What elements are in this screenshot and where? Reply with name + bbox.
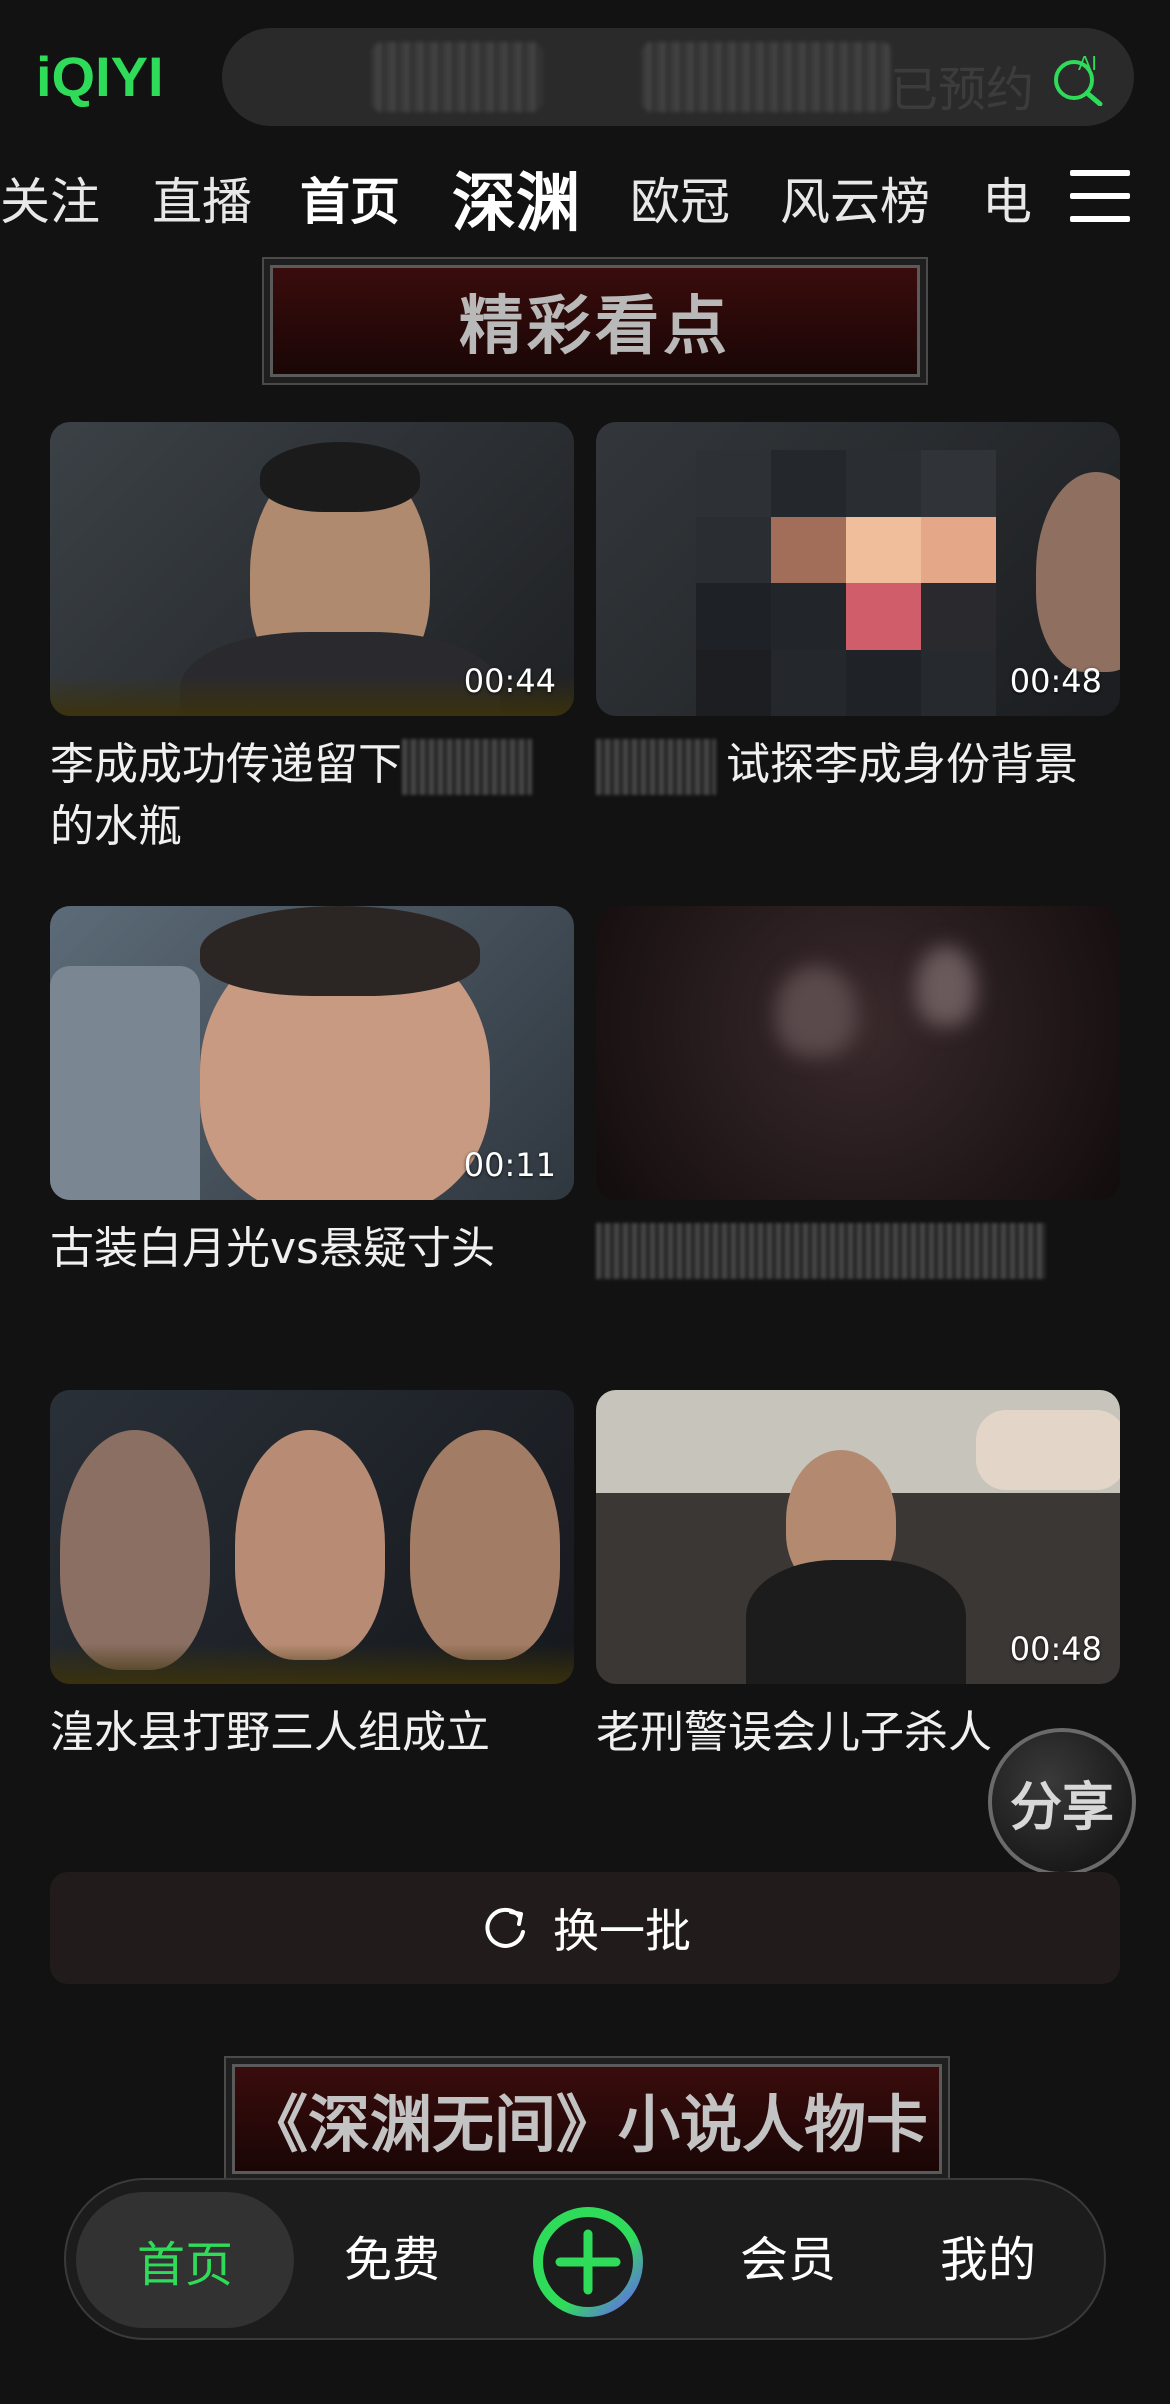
video-title[interactable]: 李成成功传递留下 的水瓶 bbox=[50, 734, 574, 858]
tab-follow[interactable]: 关注 bbox=[0, 162, 100, 234]
tab-tv[interactable]: 电 bbox=[982, 162, 1032, 234]
search-bar[interactable]: 已预约 AI bbox=[222, 28, 1134, 126]
blurred-text bbox=[402, 739, 532, 795]
video-thumbnail[interactable]: 00:11 bbox=[50, 906, 574, 1200]
video-duration: 00:48 bbox=[1009, 1630, 1102, 1668]
video-thumbnail[interactable]: 00:44 bbox=[50, 422, 574, 716]
blurred-search-text bbox=[372, 42, 542, 112]
video-thumbnail[interactable]: 00:48 bbox=[596, 422, 1120, 716]
video-title[interactable]: 湟水县打野三人组成立 bbox=[50, 1702, 574, 1764]
tab-champions-league[interactable]: 欧冠 bbox=[630, 162, 730, 234]
menu-icon[interactable] bbox=[1070, 170, 1130, 222]
search-hint: 已预约 bbox=[889, 62, 1034, 118]
video-title[interactable] bbox=[596, 1218, 1120, 1280]
section-banner: 精彩看点 bbox=[270, 265, 920, 377]
tab-live[interactable]: 直播 bbox=[152, 162, 252, 234]
blurred-text bbox=[596, 739, 716, 795]
video-duration: 00:48 bbox=[1009, 662, 1102, 700]
character-card-title: 《深渊无间》小说人物卡 bbox=[245, 2088, 928, 2161]
blurred-search-text bbox=[642, 42, 892, 112]
create-plus-icon[interactable] bbox=[532, 2206, 644, 2318]
video-duration: 00:44 bbox=[463, 662, 556, 700]
iqiyi-logo: iQIYI bbox=[36, 45, 164, 108]
video-thumbnail[interactable] bbox=[50, 1390, 574, 1684]
nav-home[interactable]: 首页 bbox=[76, 2192, 294, 2328]
svg-text:iQIYI: iQIYI bbox=[36, 45, 164, 108]
share-button[interactable]: 分享 bbox=[988, 1728, 1136, 1876]
tab-rankings[interactable]: 风云榜 bbox=[780, 162, 930, 234]
tab-abyss[interactable]: 深渊 bbox=[452, 152, 580, 244]
refresh-button[interactable]: 换一批 bbox=[50, 1872, 1120, 1984]
video-thumbnail[interactable] bbox=[596, 906, 1120, 1200]
video-card[interactable]: 湟水县打野三人组成立 bbox=[50, 1390, 574, 1764]
video-card[interactable]: 00:48 试探李成身份背景 bbox=[596, 422, 1120, 796]
ai-search-icon[interactable]: AI bbox=[1050, 50, 1106, 106]
bottom-navigation: 首页 免费 会员 我的 bbox=[64, 2178, 1106, 2340]
channel-tabs: 关注 直播 首页 深渊 欧冠 风云榜 电 bbox=[0, 150, 1170, 241]
blurred-text bbox=[596, 1223, 1046, 1279]
pixelated-face bbox=[696, 450, 996, 716]
video-title[interactable]: 试探李成身份背景 bbox=[596, 734, 1120, 796]
video-title[interactable]: 古装白月光vs悬疑寸头 bbox=[50, 1218, 574, 1280]
video-card[interactable]: 00:48 老刑警误会儿子杀人 bbox=[596, 1390, 1120, 1764]
section-title: 精彩看点 bbox=[459, 289, 731, 364]
video-card[interactable] bbox=[596, 906, 1120, 1280]
video-thumbnail[interactable]: 00:48 bbox=[596, 1390, 1120, 1684]
character-card-banner[interactable]: 《深渊无间》小说人物卡 bbox=[232, 2064, 942, 2174]
tab-home[interactable]: 首页 bbox=[300, 162, 400, 234]
svg-text:AI: AI bbox=[1078, 53, 1097, 75]
video-card[interactable]: 00:44 李成成功传递留下 的水瓶 bbox=[50, 422, 574, 858]
video-duration: 00:11 bbox=[463, 1146, 556, 1184]
video-card[interactable]: 00:11 古装白月光vs悬疑寸头 bbox=[50, 906, 574, 1280]
refresh-icon bbox=[485, 1907, 525, 1948]
nav-vip[interactable]: 会员 bbox=[740, 2220, 836, 2290]
refresh-label: 换一批 bbox=[553, 1904, 691, 1958]
nav-mine[interactable]: 我的 bbox=[940, 2220, 1036, 2290]
nav-free[interactable]: 免费 bbox=[344, 2220, 440, 2290]
